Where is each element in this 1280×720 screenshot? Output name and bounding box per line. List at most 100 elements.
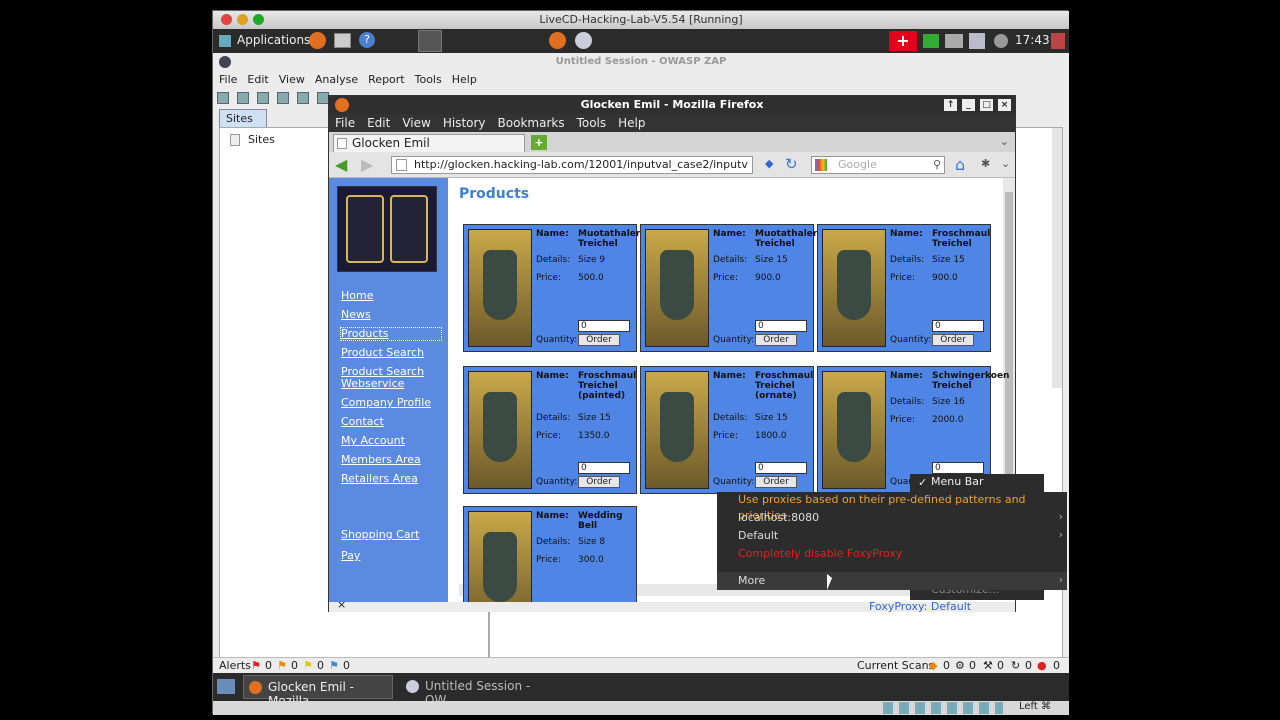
- nav-shopping-cart[interactable]: Shopping Cart: [341, 529, 441, 541]
- workspace-firefox-icon[interactable]: [418, 30, 442, 52]
- taskbar: Glocken Emil - Mozilla... Untitled Sessi…: [213, 673, 1069, 708]
- close-findbar-icon[interactable]: ×: [337, 598, 346, 611]
- search-icon[interactable]: ⚲: [933, 157, 941, 173]
- vbox-device-icons[interactable]: [883, 702, 1003, 714]
- ff-menu-bookmarks[interactable]: Bookmarks: [498, 114, 565, 132]
- raise-icon[interactable]: ↑: [944, 99, 957, 111]
- taskbar-item-zap[interactable]: Untitled Session - OW...: [401, 675, 561, 707]
- zap-menu-tools[interactable]: Tools: [415, 71, 442, 89]
- ff-menu-history[interactable]: History: [443, 114, 486, 132]
- zap-menu-report[interactable]: Report: [368, 71, 404, 89]
- minimize-icon[interactable]: _: [962, 99, 975, 111]
- nav-members-area[interactable]: Members Area: [341, 454, 441, 466]
- show-desktop-icon[interactable]: [217, 679, 235, 694]
- order-button[interactable]: Order: [755, 334, 797, 346]
- quantity-input[interactable]: 0: [932, 320, 984, 332]
- power-icon[interactable]: [1051, 33, 1065, 49]
- zap-logo-icon: [219, 56, 231, 68]
- scrollbar[interactable]: [1052, 128, 1062, 388]
- user-icon[interactable]: [969, 33, 985, 49]
- nav-my-account[interactable]: My Account: [341, 435, 441, 447]
- chevron-down-icon[interactable]: ⌄: [1001, 157, 1010, 170]
- new-tab-icon[interactable]: +: [531, 135, 547, 150]
- volume-icon[interactable]: [994, 34, 1008, 48]
- menu-item-disable-foxyproxy[interactable]: Completely disable FoxyProxy: [738, 546, 902, 562]
- menu-item-use-patterns[interactable]: Use proxies based on their pre-defined p…: [738, 492, 1067, 522]
- zap-menu-edit[interactable]: Edit: [247, 71, 268, 89]
- foxyproxy-status[interactable]: FoxyProxy: Default: [869, 600, 971, 613]
- ff-menu-help[interactable]: Help: [618, 114, 645, 132]
- minimize-icon[interactable]: [237, 14, 248, 25]
- scrollbar-thumb[interactable]: [1005, 192, 1013, 522]
- help-icon[interactable]: ?: [359, 32, 375, 48]
- quantity-input[interactable]: 0: [932, 462, 984, 474]
- zap-menu-help[interactable]: Help: [452, 71, 477, 89]
- ff-menu-edit[interactable]: Edit: [367, 114, 390, 132]
- maximize-icon[interactable]: □: [980, 99, 993, 111]
- menu-item-more[interactable]: More: [738, 573, 765, 589]
- tab-list-icon[interactable]: ⌄: [1000, 135, 1009, 148]
- nav-product-search-webservice[interactable]: Product Search Webservice: [341, 366, 441, 390]
- quantity-input[interactable]: 0: [578, 462, 630, 474]
- properties-icon[interactable]: [277, 92, 289, 104]
- quantity-input[interactable]: 0: [578, 320, 630, 332]
- tab-glocken-emil[interactable]: Glocken Emil: [333, 134, 525, 152]
- quantity-input[interactable]: 0: [755, 462, 807, 474]
- network-icon[interactable]: [945, 34, 963, 48]
- active-scan-icon: ⚙: [955, 659, 965, 672]
- product-card: Name: Froschmaul Treichel Details: Size 15 P…: [817, 224, 991, 352]
- ff-menu-view[interactable]: View: [402, 114, 430, 132]
- back-icon[interactable]: ◀: [335, 156, 347, 174]
- zap-menu-analyse[interactable]: Analyse: [315, 71, 358, 89]
- foxyproxy-icon[interactable]: ◆: [765, 157, 773, 170]
- search-input[interactable]: Google ⚲: [811, 156, 945, 174]
- new-session-icon[interactable]: [217, 92, 229, 104]
- nav-product-search[interactable]: Product Search: [341, 347, 441, 359]
- terminal-launcher-icon[interactable]: [334, 33, 351, 48]
- ff-menu-tools[interactable]: Tools: [577, 114, 607, 132]
- firefox-icon[interactable]: [549, 32, 566, 49]
- applications-menu[interactable]: Applications: [237, 33, 310, 47]
- forward-icon[interactable]: ▶: [361, 156, 373, 174]
- tab-sites[interactable]: Sites: [219, 109, 267, 127]
- layout-icon[interactable]: [297, 92, 309, 104]
- nav-home[interactable]: Home: [341, 290, 441, 302]
- open-session-icon[interactable]: [237, 92, 249, 104]
- price-label: Price:: [890, 273, 915, 283]
- close-icon[interactable]: [221, 14, 232, 25]
- addon-icon[interactable]: ✱: [981, 157, 990, 170]
- taskbar-item-firefox[interactable]: Glocken Emil - Mozilla...: [243, 675, 393, 708]
- order-button[interactable]: Order: [932, 334, 974, 346]
- zap-icon[interactable]: [575, 32, 592, 49]
- order-button[interactable]: Order: [578, 334, 620, 346]
- name-label: Name:: [536, 371, 569, 381]
- nav-contact[interactable]: Contact: [341, 416, 441, 428]
- ff-menu-file[interactable]: File: [335, 114, 355, 132]
- reload-icon[interactable]: ↻: [785, 155, 798, 173]
- firefox-launcher-icon[interactable]: [309, 32, 326, 49]
- maximize-icon[interactable]: [253, 14, 264, 25]
- save-session-icon[interactable]: [257, 92, 269, 104]
- zap-menu-file[interactable]: File: [219, 71, 237, 89]
- order-button[interactable]: Order: [755, 476, 797, 488]
- url-bar[interactable]: http://glocken.hacking-lab.com/12001/inp…: [391, 156, 753, 174]
- home-icon[interactable]: ⌂: [955, 155, 965, 174]
- menu-item-localhost[interactable]: localhost:8080: [738, 510, 819, 526]
- close-icon[interactable]: ×: [998, 99, 1011, 111]
- menu-item-more-highlight[interactable]: More ›: [717, 572, 1067, 590]
- sites-tree-item[interactable]: Sites: [248, 133, 275, 146]
- quantity-label: Quantity:: [890, 335, 932, 345]
- firefox-tab-strip: Glocken Emil + ⌄: [329, 132, 1015, 152]
- nav-retailers-area[interactable]: Retailers Area: [341, 473, 441, 485]
- nav-company-profile[interactable]: Company Profile: [341, 397, 441, 409]
- nav-pay[interactable]: Pay: [341, 550, 441, 562]
- zap-menu-view[interactable]: View: [279, 71, 305, 89]
- nav-news[interactable]: News: [341, 309, 441, 321]
- quantity-input[interactable]: 0: [755, 320, 807, 332]
- nav-products[interactable]: Products: [340, 327, 442, 341]
- product-name: Froschmaul Treichel (painted): [578, 371, 637, 401]
- clock[interactable]: 17:43: [1015, 33, 1050, 47]
- menu-item-default[interactable]: Default: [738, 528, 778, 544]
- order-button[interactable]: Order: [578, 476, 620, 488]
- menu-item-menu-bar[interactable]: Menu Bar: [931, 474, 984, 490]
